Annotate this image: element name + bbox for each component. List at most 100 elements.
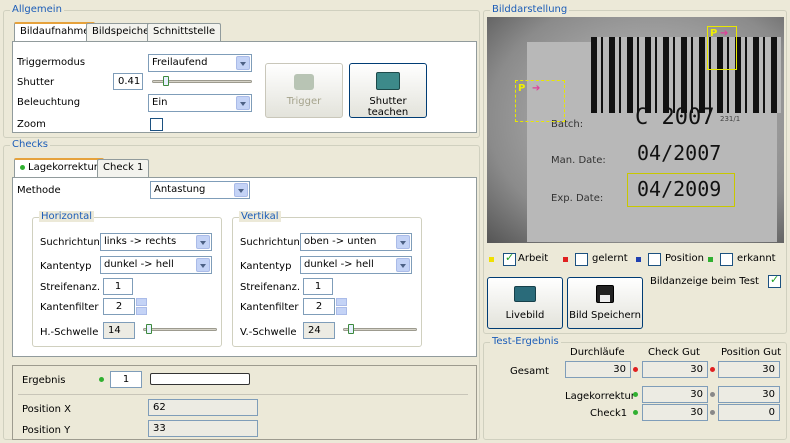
- spin-down-icon: [136, 307, 147, 315]
- v-threshold-slider[interactable]: [348, 324, 354, 334]
- gelernt-checkbox[interactable]: [575, 253, 588, 266]
- result-label: Ergebnis: [22, 375, 66, 386]
- position-checkbox[interactable]: [648, 253, 661, 266]
- v-threshold-track: [343, 328, 417, 331]
- v-threshold-label: V.-Schwelle: [240, 327, 297, 338]
- h-stripes-label: Streifenanz.: [40, 282, 100, 293]
- show-on-test-label: Bildanzeige beim Test: [650, 276, 759, 287]
- pink-arrow-icon: ➔: [532, 83, 541, 94]
- trigger-value: Freilaufend: [152, 57, 208, 68]
- method-value: Antastung: [154, 184, 206, 195]
- show-on-test-checkbox[interactable]: [768, 273, 781, 288]
- header-durchlaeufe: Durchläufe: [570, 347, 625, 358]
- tab-bildaufnahme[interactable]: Bildaufnahme: [14, 22, 96, 42]
- chevron-down-icon: [234, 183, 248, 197]
- man-date-value: 04/2007: [637, 141, 722, 165]
- tab-schnittstelle[interactable]: Schnittstelle: [147, 23, 222, 41]
- trigger-label: Triggermodus: [17, 57, 86, 68]
- bild-title: Bilddarstellung: [490, 4, 570, 15]
- green-dot-icon: [633, 410, 638, 415]
- active-dot-icon: [20, 164, 25, 170]
- v-filter-spinner[interactable]: [336, 298, 347, 315]
- camera-teach-icon: [376, 72, 400, 90]
- spin-down-icon: [336, 307, 347, 315]
- h-edge-label: Kantentyp: [40, 261, 92, 272]
- lighting-value: Ein: [152, 97, 168, 108]
- h-edge-value: dunkel -> hell: [104, 259, 174, 270]
- chevron-down-icon: [396, 235, 410, 249]
- header-check-gut: Check Gut: [648, 347, 700, 358]
- h-threshold-input[interactable]: 14: [103, 322, 135, 339]
- result-divider: [18, 394, 468, 395]
- position-label: Position: [665, 253, 704, 264]
- camera-image: Batch: C 2007 231/1 Man. Date: 04/2007 E…: [487, 17, 784, 243]
- posy-value: 33: [148, 420, 258, 437]
- cell-gesamt-position: 30: [718, 361, 780, 378]
- arbeit-checkbox[interactable]: [503, 251, 516, 266]
- h-edge-select[interactable]: dunkel -> hell: [100, 256, 212, 274]
- save-button-label: Bild Speichern: [569, 310, 641, 321]
- trigger-button-label: Trigger: [286, 96, 322, 107]
- v-dir-select[interactable]: oben -> unten: [300, 233, 412, 251]
- checks-title: Checks: [10, 139, 50, 150]
- shutter-teach-button[interactable]: Shutter teachen: [349, 63, 427, 118]
- v-filter-label: Kantenfilter: [240, 302, 299, 313]
- tab-lagekorrektur[interactable]: Lagekorrektur: [14, 158, 104, 178]
- barcode: [591, 37, 781, 113]
- trigger-select[interactable]: Freilaufend: [148, 54, 252, 72]
- shutter-input[interactable]: 0.41: [113, 73, 143, 90]
- h-threshold-slider[interactable]: [146, 324, 152, 334]
- v-threshold-input[interactable]: 24: [303, 322, 335, 339]
- shutter-slider[interactable]: [163, 76, 169, 86]
- tab-check1[interactable]: Check 1: [97, 159, 150, 177]
- cell-lage-check: 30: [642, 386, 708, 403]
- green-dot-icon: [633, 392, 638, 397]
- teach-button-label: Shutter teachen: [367, 96, 409, 118]
- method-select[interactable]: Antastung: [150, 181, 250, 199]
- v-filter-input[interactable]: 2: [303, 298, 335, 315]
- h-filter-label: Kantenfilter: [40, 302, 99, 313]
- trigger-button[interactable]: Trigger: [265, 63, 343, 118]
- cell-check1-check: 30: [642, 404, 708, 421]
- vertikal-title: Vertikal: [239, 211, 281, 222]
- posx-label: Position X: [22, 404, 71, 415]
- row-label-gesamt: Gesamt: [510, 366, 549, 377]
- tab-label: Check 1: [103, 162, 144, 173]
- h-dir-label: Suchrichtung: [40, 237, 107, 248]
- roi-marker-left[interactable]: P ➔: [515, 80, 565, 122]
- tab-label: Schnittstelle: [153, 26, 216, 37]
- arbeit-label: Arbeit: [518, 253, 549, 264]
- trigger-icon: [294, 74, 314, 90]
- spin-up-icon: [136, 298, 147, 306]
- h-dir-select[interactable]: links -> rechts: [100, 233, 212, 251]
- v-edge-select[interactable]: dunkel -> hell: [300, 256, 412, 274]
- save-image-button[interactable]: Bild Speichern: [567, 277, 643, 329]
- h-filter-spinner[interactable]: [136, 298, 147, 315]
- row-label-check1: Check1: [590, 408, 628, 419]
- v-dir-value: oben -> unten: [304, 236, 377, 247]
- livebild-button[interactable]: Livebild: [487, 277, 563, 329]
- header-position-gut: Position Gut: [721, 347, 782, 358]
- pink-arrow-icon: ➔: [720, 28, 729, 39]
- h-stripes-input[interactable]: 1: [103, 278, 133, 295]
- zoom-label: Zoom: [17, 119, 46, 130]
- zoom-checkbox[interactable]: [150, 118, 163, 131]
- yellow-square-icon: [489, 257, 494, 262]
- allgemein-title: Allgemein: [10, 4, 64, 15]
- v-stripes-label: Streifenanz.: [240, 282, 300, 293]
- spin-up-icon: [336, 298, 347, 306]
- v-stripes-input[interactable]: 1: [303, 278, 333, 295]
- lighting-label: Beleuchtung: [17, 97, 81, 108]
- chevron-down-icon: [396, 258, 410, 272]
- test-title: Test-Ergebnis: [490, 336, 561, 347]
- erkannt-checkbox[interactable]: [720, 253, 733, 266]
- result-ok-dot-icon: [99, 377, 104, 382]
- tab-label: Bildspeicher: [92, 26, 154, 37]
- roi-marker-right[interactable]: P ➔: [707, 26, 737, 70]
- h-filter-input[interactable]: 2: [103, 298, 135, 315]
- result-progress-bar: [150, 373, 250, 385]
- lighting-select[interactable]: Ein: [148, 94, 252, 112]
- red-square-icon: [563, 257, 568, 262]
- horizontal-title: Horizontal: [39, 211, 95, 222]
- gray-dot-icon: [710, 392, 715, 397]
